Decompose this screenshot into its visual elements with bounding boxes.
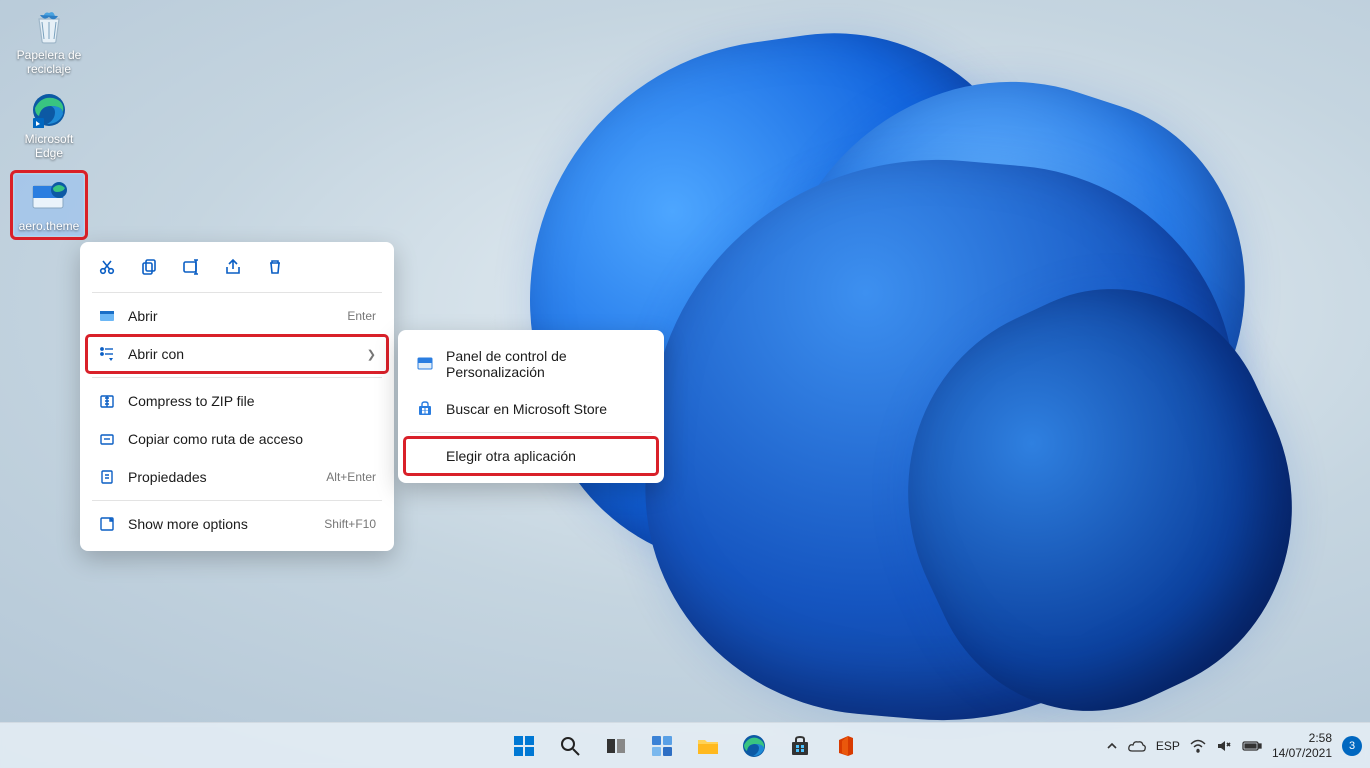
- copy-path-icon: [98, 430, 116, 448]
- menu-item-open[interactable]: Abrir Enter: [86, 297, 388, 335]
- properties-icon: [98, 468, 116, 486]
- menu-item-open-with[interactable]: Abrir con ❯: [86, 335, 388, 373]
- edge-icon: [27, 90, 71, 130]
- menu-item-copy-path[interactable]: Copiar como ruta de acceso: [86, 420, 388, 458]
- search-button[interactable]: [550, 726, 590, 766]
- desktop-icon-label: Papelera de reciclaje: [14, 48, 84, 76]
- context-menu: Abrir Enter Abrir con ❯ Compress to ZIP …: [80, 242, 394, 551]
- menu-item-properties[interactable]: Propiedades Alt+Enter: [86, 458, 388, 496]
- desktop-icon-label: aero.theme: [15, 219, 83, 233]
- tray-chevron-icon[interactable]: [1106, 740, 1118, 752]
- menu-item-label: Abrir con: [128, 346, 355, 362]
- task-view-button[interactable]: [596, 726, 636, 766]
- more-options-icon: [98, 515, 116, 533]
- tray-battery-icon[interactable]: [1242, 740, 1262, 752]
- blank-icon: [416, 447, 434, 465]
- desktop-icon-edge[interactable]: Microsoft Edge: [14, 90, 84, 160]
- rename-icon[interactable]: [180, 256, 202, 278]
- zip-icon: [98, 392, 116, 410]
- menu-item-label: Compress to ZIP file: [128, 393, 376, 409]
- copy-icon[interactable]: [138, 256, 160, 278]
- tray-clock[interactable]: 2:58 14/07/2021: [1272, 731, 1332, 760]
- delete-icon[interactable]: [264, 256, 286, 278]
- desktop-icon-recycle-bin[interactable]: Papelera de reciclaje: [14, 6, 84, 76]
- start-button[interactable]: [504, 726, 544, 766]
- open-with-icon: [98, 345, 116, 363]
- store-button[interactable]: [780, 726, 820, 766]
- file-explorer-button[interactable]: [688, 726, 728, 766]
- menu-item-label: Abrir: [128, 308, 335, 324]
- store-icon: [416, 400, 434, 418]
- menu-item-accel: Shift+F10: [324, 517, 376, 531]
- submenu-item-ms-store[interactable]: Buscar en Microsoft Store: [404, 390, 658, 428]
- edge-button[interactable]: [734, 726, 774, 766]
- tray-onedrive-icon[interactable]: [1128, 740, 1146, 752]
- menu-item-accel: Enter: [347, 309, 376, 323]
- submenu-item-label: Buscar en Microsoft Store: [446, 401, 646, 417]
- menu-item-more-options[interactable]: Show more options Shift+F10: [86, 505, 388, 543]
- widgets-button[interactable]: [642, 726, 682, 766]
- desktop-icons: Papelera de reciclaje Microsoft Edge aer…: [14, 6, 84, 250]
- menu-item-compress-zip[interactable]: Compress to ZIP file: [86, 382, 388, 420]
- submenu-item-label: Panel de control de Personalización: [446, 348, 646, 380]
- tray-time: 2:58: [1272, 731, 1332, 745]
- recycle-bin-icon: [27, 6, 71, 46]
- share-icon[interactable]: [222, 256, 244, 278]
- personalization-icon: [416, 355, 434, 373]
- context-submenu-open-with: Panel de control de Personalización Busc…: [398, 330, 664, 483]
- taskbar: ESP 2:58 14/07/2021 3: [0, 722, 1370, 768]
- notif-count: 3: [1349, 740, 1355, 752]
- tray-wifi-icon[interactable]: [1190, 739, 1206, 753]
- menu-item-label: Show more options: [128, 516, 312, 532]
- tray-volume-icon[interactable]: [1216, 739, 1232, 753]
- theme-file-icon: [27, 177, 71, 217]
- tray-date: 14/07/2021: [1272, 746, 1332, 760]
- tray-notification-badge[interactable]: 3: [1342, 736, 1362, 756]
- chevron-right-icon: ❯: [367, 348, 376, 361]
- menu-item-label: Copiar como ruta de acceso: [128, 431, 376, 447]
- desktop-icon-aero-theme[interactable]: aero.theme: [14, 174, 84, 236]
- submenu-item-personalization[interactable]: Panel de control de Personalización: [404, 338, 658, 390]
- taskbar-center: [504, 726, 866, 766]
- menu-item-accel: Alt+Enter: [326, 470, 376, 484]
- submenu-item-label: Elegir otra aplicación: [446, 448, 646, 464]
- desktop-icon-label: Microsoft Edge: [14, 132, 84, 160]
- submenu-item-choose-app[interactable]: Elegir otra aplicación: [404, 437, 658, 475]
- cut-icon[interactable]: [96, 256, 118, 278]
- office-button[interactable]: [826, 726, 866, 766]
- tray-language[interactable]: ESP: [1156, 739, 1180, 753]
- context-toolbar: [86, 250, 388, 288]
- taskbar-tray: ESP 2:58 14/07/2021 3: [1106, 731, 1362, 760]
- open-icon: [98, 307, 116, 325]
- menu-item-label: Propiedades: [128, 469, 314, 485]
